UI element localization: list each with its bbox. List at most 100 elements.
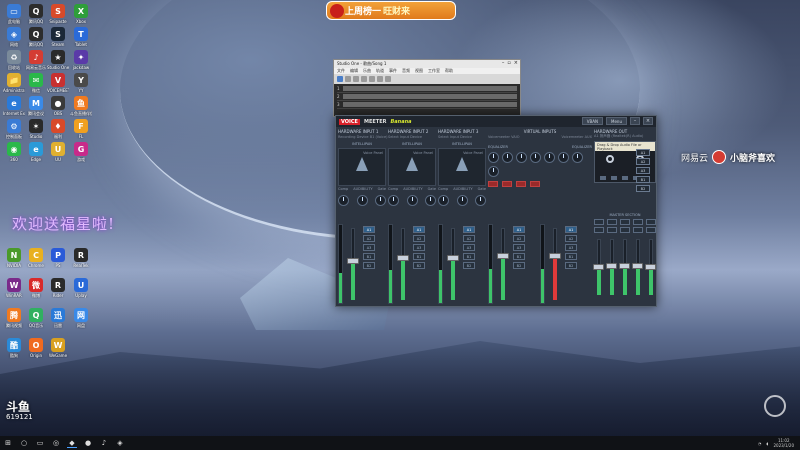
desktop-icon[interactable]: G 游戏 — [70, 142, 92, 163]
fader-handle[interactable] — [549, 253, 561, 259]
fader-handle[interactable] — [397, 255, 409, 261]
split-tool-icon[interactable] — [353, 76, 359, 82]
eq-knob[interactable] — [488, 152, 499, 163]
minimize-icon[interactable]: – — [502, 60, 505, 66]
desktop-icon[interactable]: VVOICEMEETER — [47, 73, 69, 93]
bus-button-a1[interactable]: A1 — [513, 226, 525, 233]
daw-menu-item[interactable]: 轨道 — [376, 68, 384, 74]
close-icon[interactable]: × — [643, 117, 653, 125]
eq-knob[interactable] — [502, 152, 513, 163]
desktop-icon[interactable]: S Steam — [47, 27, 69, 47]
eq-knob[interactable] — [544, 152, 555, 163]
desktop-icon[interactable]: ▭ 此电脑 — [3, 4, 25, 25]
output-bus-b1[interactable]: B1 — [636, 176, 650, 183]
bus-mode-button[interactable] — [646, 219, 656, 225]
range-tool-icon[interactable] — [345, 76, 351, 82]
bus-mode-button[interactable] — [594, 219, 604, 225]
forward-icon[interactable] — [610, 176, 617, 180]
bus-button-a3[interactable]: A3 — [513, 244, 525, 251]
music-icon[interactable]: ♪ — [99, 438, 109, 448]
fader-handle[interactable] — [447, 255, 459, 261]
desktop-icon[interactable]: ● OBS — [47, 96, 69, 116]
fader-handle[interactable] — [593, 264, 604, 270]
voicemeeter-window[interactable]: VOICE MEETER Banana VBAN Menu – × HARDWA… — [335, 115, 657, 307]
desktop-icon[interactable]: e Edge — [25, 142, 47, 162]
desktop-icon[interactable]: Q QQ音乐 — [25, 308, 47, 329]
bus-button-b2[interactable]: B2 — [565, 262, 577, 269]
record-toggle-button[interactable] — [488, 181, 498, 187]
desktop-icon[interactable]: ★ Studio One — [47, 50, 69, 70]
desktop-icon[interactable]: 网网盘 — [70, 308, 92, 329]
app-icon[interactable]: ◈ — [115, 438, 125, 448]
desktop-icon[interactable]: W WinRAR — [3, 278, 25, 298]
output-bus-a1[interactable]: A1 — [636, 149, 650, 156]
daw-menu-item[interactable]: 乐曲 — [363, 68, 371, 74]
strip-title[interactable]: HARDWARE INPUT 1 — [338, 129, 386, 134]
desktop-icon[interactable]: 📁Administrator — [3, 73, 25, 93]
eq-knob[interactable] — [558, 152, 569, 163]
comp-knob[interactable] — [438, 195, 449, 206]
desktop-icon[interactable]: ♪ 网易云音乐 — [25, 50, 47, 71]
gate-knob[interactable] — [375, 195, 386, 206]
strip-device[interactable]: Recording Device B1 (Voice) — [338, 135, 388, 139]
audibility-knob[interactable] — [456, 195, 468, 206]
daw-menu-item[interactable]: 音频 — [402, 68, 410, 74]
aux-label[interactable]: Voicemeeter AUX — [562, 135, 592, 139]
network-icon[interactable]: ◔ — [758, 441, 762, 446]
bus-button-a2[interactable]: A2 — [565, 235, 577, 242]
bus-button-a3[interactable]: A3 — [463, 244, 475, 251]
arrow-tool-icon[interactable] — [337, 76, 343, 82]
bus-button-b2[interactable]: B2 — [363, 262, 375, 269]
minimize-icon[interactable]: – — [630, 117, 640, 125]
daw-menu-item[interactable]: 工作室 — [428, 68, 440, 74]
desktop-icon[interactable]: ✶ Studio — [25, 119, 47, 139]
desktop-icon[interactable]: eInternet Explorer — [3, 96, 25, 116]
bus-button-a2[interactable]: A2 — [513, 235, 525, 242]
desktop-icon[interactable]: ⚙ 控制面板 — [3, 119, 25, 140]
bus-button-b1[interactable]: B1 — [565, 253, 577, 260]
desktop-icon[interactable]: 微微博 — [25, 278, 47, 299]
intellipan-panel[interactable]: Voice Panel — [388, 148, 436, 186]
desktop-icon[interactable]: ◉ 360 — [3, 142, 25, 162]
gain-fader[interactable] — [446, 224, 460, 304]
bus-mode-button[interactable] — [633, 219, 643, 225]
clock[interactable]: 11:02 2023/1/20 — [773, 438, 794, 448]
track-clip[interactable] — [342, 102, 517, 107]
desktop-icon[interactable]: M 腾讯会议 — [25, 96, 47, 117]
track-clip[interactable] — [342, 86, 517, 91]
bus-button-b2[interactable]: B2 — [463, 262, 475, 269]
eq-knob[interactable] — [488, 166, 499, 177]
bus-button-a3[interactable]: A3 — [565, 244, 577, 251]
chrome-icon[interactable]: ◎ — [51, 438, 61, 448]
daw-menu-item[interactable]: 视图 — [415, 68, 423, 74]
desktop-icon[interactable]: F FL — [70, 119, 92, 139]
bus-button-b2[interactable]: B2 — [513, 262, 525, 269]
bus-button-b1[interactable]: B1 — [463, 253, 475, 260]
bus-button-b1[interactable]: B1 — [513, 253, 525, 260]
mute-tool-icon[interactable] — [377, 76, 383, 82]
daw-window[interactable]: Studio One - 歌曲/Song 1 – ▫ × 文件 编辑 乐曲 轨道 事件音… — [333, 59, 521, 117]
record-toggle-button[interactable] — [516, 181, 526, 187]
fader-handle[interactable] — [606, 263, 617, 269]
comp-knob[interactable] — [338, 195, 349, 206]
paint-tool-icon[interactable] — [369, 76, 375, 82]
gain-fader[interactable] — [548, 224, 562, 304]
steam-icon[interactable]: ◆ — [67, 438, 77, 448]
desktop-icon[interactable]: T Tablet — [70, 27, 92, 47]
gate-knob[interactable] — [425, 195, 436, 206]
output-bus-b2[interactable]: B2 — [636, 185, 650, 192]
desktop-icon[interactable]: ♻ 回收站 — [3, 50, 25, 71]
vban-button[interactable]: VBAN — [581, 117, 604, 125]
gain-fader[interactable] — [396, 224, 410, 304]
desktop-icon[interactable]: O Origin — [25, 338, 47, 358]
desktop-icon[interactable]: S Snipaste — [47, 4, 69, 24]
volume-icon[interactable]: ◖ — [766, 441, 768, 446]
bus-mode-button[interactable] — [607, 219, 617, 225]
bus-button-a3[interactable]: A3 — [413, 244, 425, 251]
bus-mute-button[interactable] — [620, 227, 630, 233]
listen-tool-icon[interactable] — [385, 76, 391, 82]
search-icon[interactable]: ○ — [19, 438, 29, 448]
desktop-icon[interactable]: 鱼斗鱼直播伴侣 — [70, 96, 92, 117]
bus-button-a3[interactable]: A3 — [363, 244, 375, 251]
bus-button-a1[interactable]: A1 — [363, 226, 375, 233]
